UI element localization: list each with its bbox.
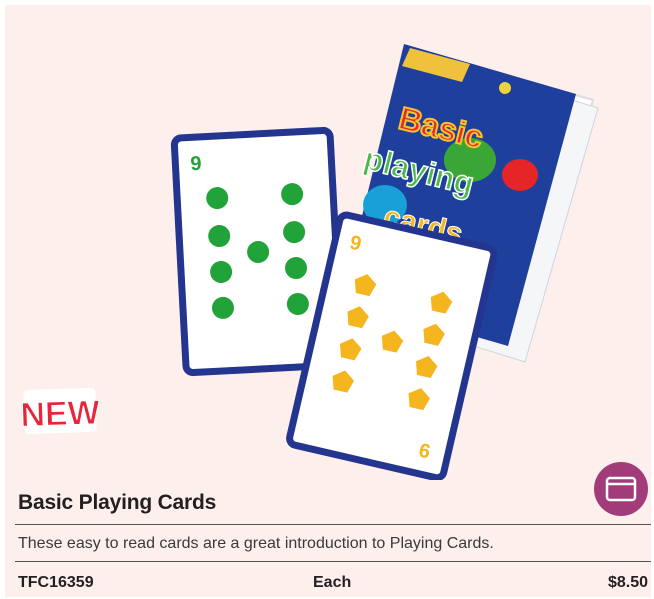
- product-title: Basic Playing Cards: [18, 491, 217, 514]
- divider-top: [15, 524, 651, 525]
- product-code: TFC16359: [18, 574, 94, 591]
- product-unit: Each: [313, 574, 352, 591]
- green-card-top-number: 9: [190, 153, 202, 176]
- product-price: $8.50: [607, 574, 648, 591]
- new-badge-text: NEW: [20, 394, 100, 435]
- new-badge: NEW: [20, 387, 100, 435]
- card-box-icon: [594, 462, 648, 516]
- product-description: These easy to read cards are a great int…: [18, 535, 494, 552]
- divider-bottom: [15, 561, 651, 562]
